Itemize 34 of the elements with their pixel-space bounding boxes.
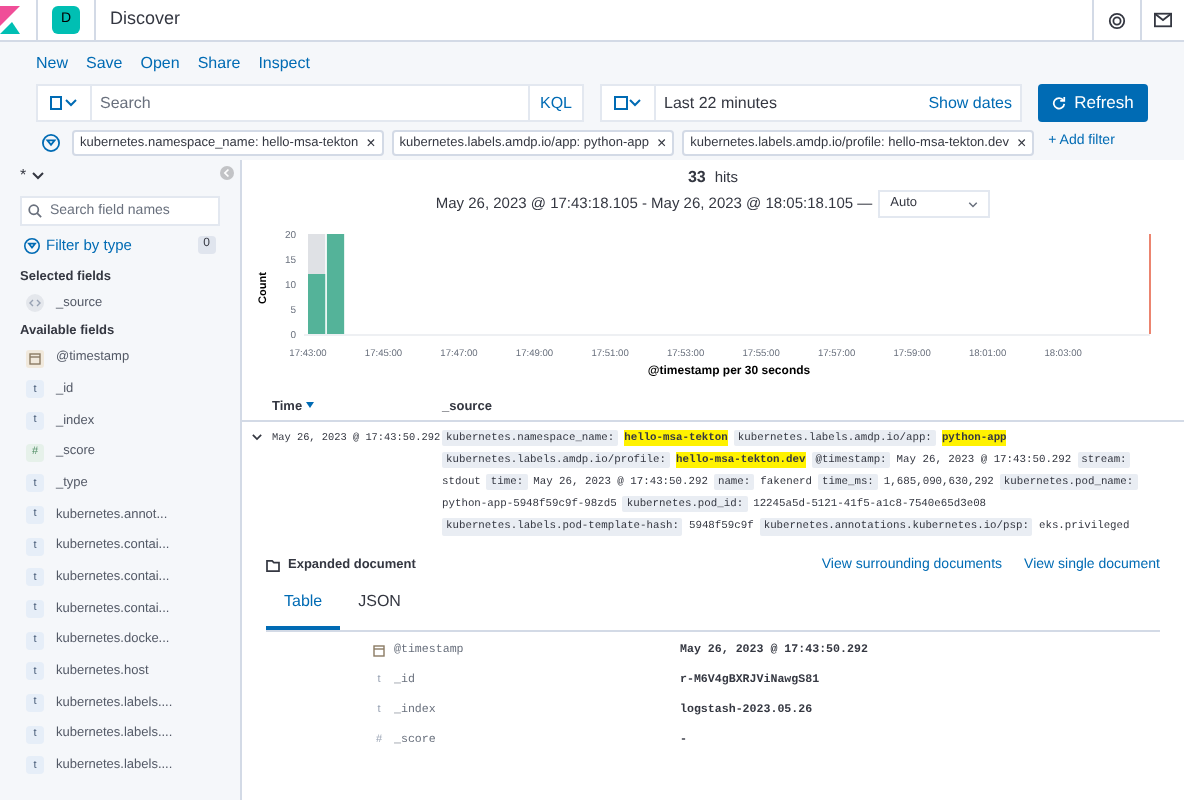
filter-icon[interactable]: [24, 237, 40, 253]
refresh-icon: [1052, 96, 1067, 110]
filter-icon[interactable]: [42, 134, 60, 152]
query-language-button[interactable]: KQL: [529, 91, 582, 115]
index-pattern[interactable]: *: [20, 163, 27, 187]
search-icon: [28, 204, 42, 218]
menu-link[interactable]: Inspect: [258, 52, 310, 76]
code-icon: [26, 294, 44, 313]
menu-link[interactable]: Open: [140, 52, 180, 76]
help-icon[interactable]: [1108, 11, 1126, 29]
expand-toggle-icon[interactable]: [252, 434, 262, 444]
document-tab[interactable]: Table: [266, 590, 341, 631]
current-time-line: [1149, 233, 1151, 335]
folder-icon: [266, 559, 280, 572]
menu-link[interactable]: Share: [197, 52, 241, 76]
remove-filter-button[interactable]: ×: [1016, 131, 1027, 155]
show-dates-button[interactable]: Show dates: [920, 91, 1020, 115]
hit-count: 33: [687, 168, 706, 186]
menu-link[interactable]: Save: [86, 52, 123, 76]
date-picker[interactable]: Last 22 minutes Show dates: [600, 84, 1022, 122]
search-input[interactable]: Search: [92, 91, 528, 115]
logo-icon[interactable]: [0, 6, 20, 34]
remove-filter-button[interactable]: ×: [366, 131, 376, 155]
mail-icon[interactable]: [1154, 12, 1172, 28]
menu-link[interactable]: New: [36, 52, 69, 76]
sort-arrow-icon: [306, 402, 315, 409]
remove-filter-button[interactable]: ×: [656, 131, 667, 155]
document-tab[interactable]: JSON: [340, 590, 419, 631]
search-bar[interactable]: Search KQL: [36, 84, 584, 122]
chevron-down-icon[interactable]: [32, 171, 45, 179]
refresh-button[interactable]: Refresh: [1038, 84, 1148, 122]
time-range: Last 22 minutes: [662, 91, 779, 115]
page-title: Discover: [110, 6, 181, 33]
chevron-down-icon: [968, 201, 979, 207]
